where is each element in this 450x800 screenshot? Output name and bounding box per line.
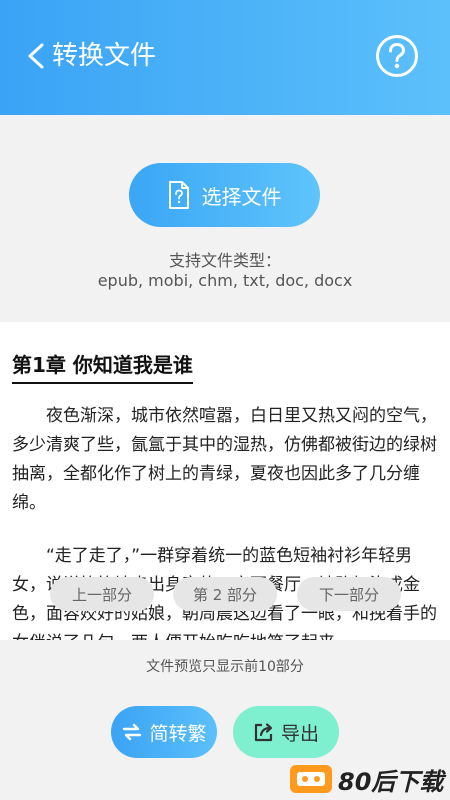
chapter-title: 第1章 你知道我是谁	[12, 349, 193, 384]
prev-segment-button[interactable]: 上一部分	[50, 577, 154, 611]
header-bar: 转换文件	[0, 0, 450, 115]
file-question-icon	[168, 181, 189, 209]
watermark-text: 80后下载	[338, 767, 444, 796]
supported-types-value: epub, mobi, chm, txt, doc, docx	[97, 271, 353, 290]
export-button[interactable]: 导出	[233, 706, 339, 758]
upload-area: 选择文件 支持文件类型： epub, mobi, chm, txt, doc, …	[0, 115, 450, 322]
preview-paragraph: 夜色渐深，城市依然喧嚣，白日里又热又闷的空气，多少清爽了些，氤氲于其中的湿热，仿…	[12, 406, 437, 513]
page-title: 转换文件	[52, 41, 157, 71]
select-file-button[interactable]: 选择文件	[129, 163, 320, 227]
next-segment-button[interactable]: 下一部分	[297, 577, 401, 611]
supported-types-label: 支持文件类型：	[168, 251, 281, 270]
convert-label: 简转繁	[149, 722, 207, 745]
swap-icon	[123, 723, 142, 741]
convert-traditional-button[interactable]: 简转繁	[111, 706, 217, 758]
back-arrow-icon[interactable]	[24, 42, 48, 70]
site-watermark: 80后下载	[290, 762, 450, 796]
preview-notice: 文件预览只显示前10部分	[146, 659, 304, 675]
select-file-label: 选择文件	[201, 184, 282, 209]
watermark-logo-icon	[290, 765, 332, 793]
share-export-icon	[254, 723, 273, 742]
current-segment-button[interactable]: 第 2 部分	[173, 577, 277, 611]
segment-navigation: 上一部分 第 2 部分 下一部分	[0, 577, 450, 611]
export-label: 导出	[280, 722, 319, 745]
help-icon[interactable]	[375, 34, 419, 78]
